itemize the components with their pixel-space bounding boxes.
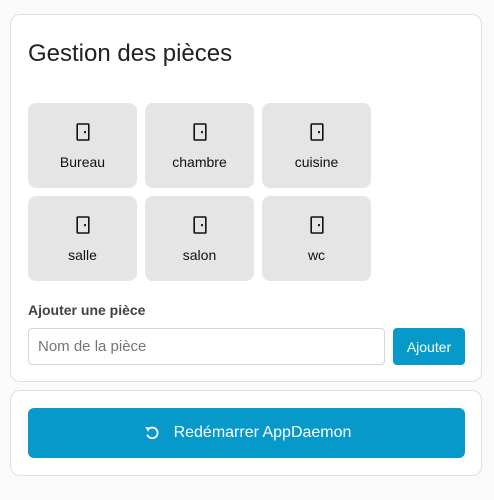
room-label: cuisine bbox=[294, 154, 339, 170]
room-tile-bureau[interactable]: Bureau bbox=[28, 103, 137, 188]
room-name-input[interactable] bbox=[28, 328, 385, 365]
add-room-button[interactable]: Ajouter bbox=[393, 328, 465, 365]
room-tile-chambre[interactable]: chambre bbox=[145, 103, 254, 188]
add-room-label: Ajouter une pièce bbox=[28, 302, 146, 318]
restart-icon bbox=[144, 426, 158, 440]
restart-button-label: Redémarrer AppDaemon bbox=[173, 424, 352, 441]
room-label: salle bbox=[68, 247, 97, 263]
room-label: salon bbox=[182, 247, 217, 263]
restart-card: Redémarrer AppDaemon bbox=[10, 390, 482, 476]
room-tile-cuisine[interactable]: cuisine bbox=[262, 103, 371, 188]
room-label: wc bbox=[307, 247, 326, 263]
page-title: Gestion des pièces bbox=[28, 40, 233, 67]
door-icon bbox=[75, 216, 90, 234]
rooms-card: Gestion des pièces Bureau chambre cuisin… bbox=[10, 14, 482, 382]
door-icon bbox=[309, 216, 324, 234]
room-tile-salon[interactable]: salon bbox=[145, 196, 254, 281]
room-label: Bureau bbox=[59, 154, 106, 170]
room-label: chambre bbox=[172, 154, 227, 170]
door-icon bbox=[192, 216, 207, 234]
door-icon bbox=[75, 123, 90, 141]
room-tile-wc[interactable]: wc bbox=[262, 196, 371, 281]
restart-appdaemon-button[interactable]: Redémarrer AppDaemon bbox=[28, 408, 465, 458]
door-icon bbox=[309, 123, 324, 141]
room-grid: Bureau chambre cuisine salle salon wc bbox=[28, 103, 371, 281]
room-tile-salle[interactable]: salle bbox=[28, 196, 137, 281]
door-icon bbox=[192, 123, 207, 141]
